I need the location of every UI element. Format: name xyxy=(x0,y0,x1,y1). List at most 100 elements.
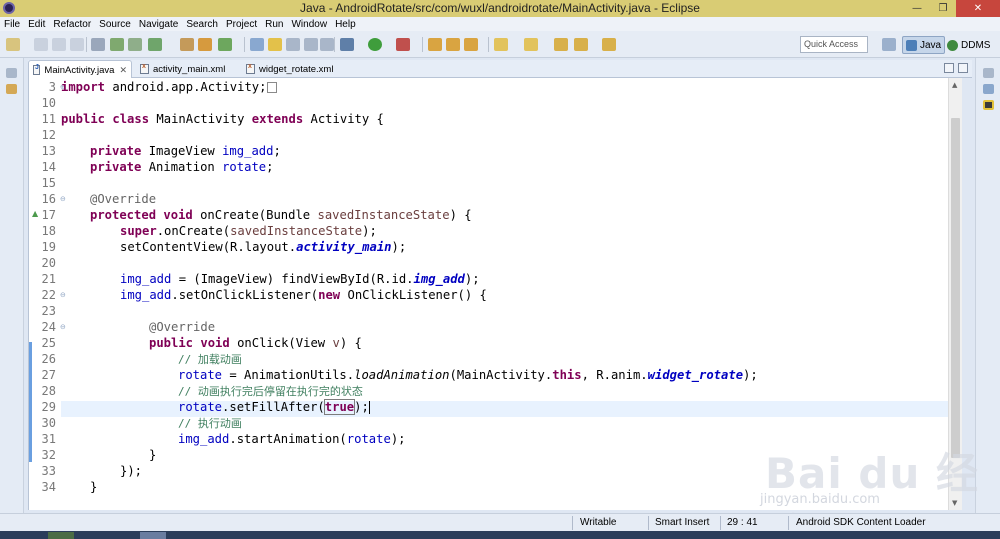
new-package-icon[interactable] xyxy=(198,38,212,51)
save-all-icon[interactable] xyxy=(52,38,66,51)
show-whitespace-icon[interactable] xyxy=(304,38,318,51)
tab-mainactivity-java[interactable]: MainActivity.java ✕ xyxy=(28,60,132,79)
line-number: 27 xyxy=(41,368,56,382)
line-number: 18 xyxy=(41,224,56,238)
last-edit-icon[interactable] xyxy=(554,38,568,51)
code-line: // 执行动画 xyxy=(178,417,242,430)
annotation-icon[interactable] xyxy=(464,38,478,51)
scroll-down-icon[interactable]: ▼ xyxy=(952,499,957,507)
package-explorer-icon[interactable] xyxy=(6,84,17,94)
new-icon[interactable] xyxy=(6,38,20,51)
line-number: 22 xyxy=(41,288,56,302)
ddms-perspective-icon xyxy=(947,39,958,51)
close-tab-icon[interactable]: ✕ xyxy=(119,65,127,76)
line-number: 29 xyxy=(41,400,56,414)
code-text[interactable]: import android.app.Activity; public clas… xyxy=(61,78,941,510)
minimize-editor-button[interactable] xyxy=(944,63,954,73)
menu-navigate[interactable]: Navigate xyxy=(139,19,178,30)
menu-help[interactable]: Help xyxy=(335,19,356,30)
code-line: @Override xyxy=(149,320,216,334)
writable-status: Writable xyxy=(580,517,617,528)
scroll-up-icon[interactable]: ▲ xyxy=(952,81,957,89)
external-tools-icon[interactable] xyxy=(396,38,410,51)
menu-refactor[interactable]: Refactor xyxy=(53,19,91,30)
new-class-icon[interactable] xyxy=(218,38,232,51)
java-perspective-label: Java xyxy=(920,39,942,51)
code-line: img_add.startAnimation(rotate); xyxy=(178,432,406,446)
open-file-icon[interactable] xyxy=(446,38,460,51)
debug-icon[interactable] xyxy=(340,38,354,51)
run-icon[interactable] xyxy=(368,38,382,51)
code-line: }); xyxy=(120,464,143,478)
taskbar-app-item[interactable] xyxy=(140,532,166,539)
code-line: setContentView(R.layout.activity_main); xyxy=(120,240,407,254)
code-line: img_add = (ImageView) findViewById(R.id.… xyxy=(120,272,480,286)
outline-view-icon[interactable] xyxy=(983,84,994,94)
tab-widget-rotate-xml[interactable]: widget_rotate.xml xyxy=(242,60,337,78)
code-line: img_add.setOnClickListener(new OnClickLi… xyxy=(120,288,487,302)
line-number: 32 xyxy=(41,448,56,462)
menu-run[interactable]: Run xyxy=(265,19,283,30)
restore-icon[interactable] xyxy=(6,68,17,78)
maximize-button[interactable]: ❐ xyxy=(930,0,956,17)
line-number: 15 xyxy=(41,176,56,190)
skip-breakpoints-icon[interactable] xyxy=(91,38,105,51)
code-line: // 加载动画 xyxy=(178,353,242,366)
menu-window[interactable]: Window xyxy=(291,19,327,30)
ddms-perspective-button[interactable]: DDMS xyxy=(944,36,993,54)
menu-file[interactable]: File xyxy=(4,19,20,30)
logcat-icon[interactable] xyxy=(983,100,994,110)
block-selection-icon[interactable] xyxy=(286,38,300,51)
minimize-button[interactable]: — xyxy=(904,0,930,17)
vertical-scrollbar[interactable]: ▲ ▼ xyxy=(948,78,962,510)
menu-edit[interactable]: Edit xyxy=(28,19,45,30)
maximize-editor-button[interactable] xyxy=(958,63,968,73)
quick-access-input[interactable]: Quick Access xyxy=(800,36,868,53)
close-button[interactable]: ✕ xyxy=(956,0,1000,17)
menu-project[interactable]: Project xyxy=(226,19,257,30)
line-number: 30 xyxy=(41,416,56,430)
tab-activity-main-xml[interactable]: activity_main.xml xyxy=(136,60,229,78)
right-trim-bar xyxy=(975,58,1000,513)
toolbar-separator xyxy=(334,37,335,52)
menu-search[interactable]: Search xyxy=(186,19,218,30)
print-icon[interactable] xyxy=(70,38,84,51)
open-folder-icon[interactable] xyxy=(428,38,442,51)
background-task-status[interactable]: Android SDK Content Loader xyxy=(796,517,926,528)
word-wrap-icon[interactable] xyxy=(320,38,334,51)
java-file-icon xyxy=(33,64,41,75)
back-icon[interactable] xyxy=(574,38,588,51)
scrollbar-thumb[interactable] xyxy=(951,118,960,458)
avd-manager-icon[interactable] xyxy=(128,38,142,51)
new-android-project-icon[interactable] xyxy=(180,38,194,51)
folded-block-indicator[interactable] xyxy=(267,82,278,93)
previous-annotation-icon[interactable] xyxy=(524,38,538,51)
next-annotation-icon[interactable] xyxy=(494,38,508,51)
line-number: 25 xyxy=(41,336,56,350)
line-number: 33 xyxy=(41,464,56,478)
code-editor[interactable]: 3 ⊕ 10 11 12 13 14 15 16 ⊖ ▲ 17 18 19 20… xyxy=(28,78,962,510)
save-icon[interactable] xyxy=(34,38,48,51)
open-type-icon[interactable] xyxy=(250,38,264,51)
line-number: 16 xyxy=(41,192,56,206)
forward-icon[interactable] xyxy=(602,38,616,51)
line-number: 26 xyxy=(41,352,56,366)
code-line: @Override xyxy=(90,192,157,206)
line-number: 24 xyxy=(41,320,56,334)
open-perspective-icon[interactable] xyxy=(882,38,896,51)
tab-label: activity_main.xml xyxy=(153,63,226,75)
android-sdk-icon[interactable] xyxy=(110,38,124,51)
code-line: public class MainActivity extends Activi… xyxy=(61,112,384,126)
toolbar-separator xyxy=(488,37,489,52)
status-separator xyxy=(572,516,573,530)
menu-source[interactable]: Source xyxy=(99,19,131,30)
lint-icon[interactable] xyxy=(148,38,162,51)
insert-mode-status[interactable]: Smart Insert xyxy=(655,517,709,528)
toolbar-separator xyxy=(244,37,245,52)
restore-icon[interactable] xyxy=(983,68,994,78)
toolbar-separator xyxy=(422,37,423,52)
mark-occurrences-icon[interactable] xyxy=(268,38,282,51)
editor-area-controls xyxy=(944,63,968,73)
taskbar-app-item[interactable] xyxy=(48,532,74,539)
java-perspective-button[interactable]: Java xyxy=(902,36,946,54)
